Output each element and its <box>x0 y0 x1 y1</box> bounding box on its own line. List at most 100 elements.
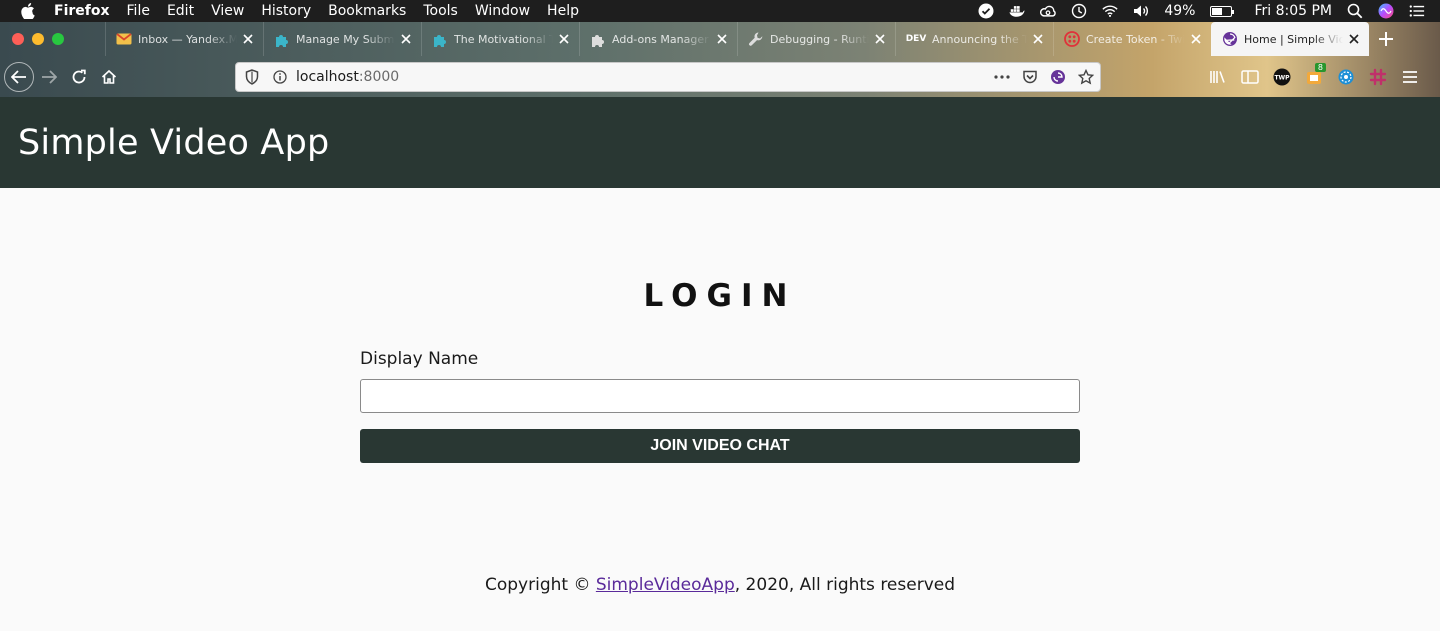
twilio-icon <box>1064 31 1080 47</box>
battery-percent: 49% <box>1164 3 1196 19</box>
close-window-button[interactable] <box>12 33 24 45</box>
slack-extension-icon[interactable] <box>1368 67 1388 87</box>
menu-edit[interactable]: Edit <box>167 3 194 19</box>
close-tab-icon[interactable] <box>715 32 729 46</box>
twp-extension-icon[interactable]: TWP <box>1272 67 1292 87</box>
close-tab-icon[interactable] <box>241 32 255 46</box>
tab-title: Add-ons Manager <box>612 32 709 46</box>
app-title[interactable]: Simple Video App <box>18 123 329 163</box>
close-tab-icon[interactable] <box>1189 32 1203 46</box>
tab-title: Debugging - Runtime <box>770 32 869 46</box>
tab-bar: Inbox — Yandex.Mail Manage My Submission… <box>0 22 1440 56</box>
tab-manage-submissions[interactable]: Manage My Submissions <box>263 22 421 56</box>
dev-icon: DEV <box>905 34 927 44</box>
app-header: Simple Video App <box>0 97 1440 188</box>
browser-chrome: Inbox — Yandex.Mail Manage My Submission… <box>0 22 1440 97</box>
footer-site-link[interactable]: SimpleVideoApp <box>596 575 735 595</box>
menu-window[interactable]: Window <box>475 3 530 19</box>
tab-inbox-yandex[interactable]: Inbox — Yandex.Mail <box>105 22 263 56</box>
gatsby-icon <box>1222 31 1238 47</box>
notification-center-icon[interactable] <box>1409 3 1425 19</box>
puzzle-icon <box>274 31 290 47</box>
tab-addons-manager[interactable]: Add-ons Manager <box>579 22 737 56</box>
back-button[interactable] <box>4 62 34 92</box>
join-video-chat-button[interactable]: JOIN VIDEO CHAT <box>360 429 1080 463</box>
apple-icon[interactable] <box>20 3 36 19</box>
addon-icon <box>590 31 606 47</box>
tab-title: Home | Simple Video App <box>1244 32 1343 46</box>
volume-icon[interactable] <box>1133 3 1149 19</box>
close-tab-icon[interactable] <box>1031 32 1045 46</box>
url-text[interactable]: localhost:8000 <box>296 69 399 85</box>
extension-badge-count: 8 <box>1314 63 1326 72</box>
menu-app-name[interactable]: Firefox <box>54 3 110 19</box>
gatsby-extension-icon[interactable] <box>1050 69 1066 85</box>
close-tab-icon[interactable] <box>557 32 571 46</box>
bookmark-star-icon[interactable] <box>1078 69 1094 85</box>
display-name-input[interactable] <box>360 379 1080 413</box>
url-bar-actions <box>982 63 1094 91</box>
pocket-icon[interactable] <box>1022 69 1038 85</box>
siri-icon[interactable] <box>1378 3 1394 19</box>
svg-text:TWP: TWP <box>1274 75 1290 82</box>
forward-button[interactable] <box>34 62 64 92</box>
menu-tools[interactable]: Tools <box>423 3 458 19</box>
menubar-clock[interactable]: Fri 8:05 PM <box>1254 3 1332 19</box>
browser-toolbar-right: TWP 8 <box>1208 58 1432 96</box>
home-button[interactable] <box>94 62 124 92</box>
zoom-window-button[interactable] <box>52 33 64 45</box>
extension-with-badge-icon[interactable]: 8 <box>1304 63 1326 87</box>
url-host: localhost <box>296 69 359 85</box>
reload-button[interactable] <box>64 62 94 92</box>
navigation-bar: localhost:8000 TWP 8 <box>0 58 1440 96</box>
globe-extension-icon[interactable] <box>1336 67 1356 87</box>
login-heading: LOGIN <box>643 278 797 314</box>
tab-title: Announcing the Twilio <box>932 32 1027 46</box>
site-info-icon[interactable] <box>272 69 288 85</box>
battery-icon[interactable] <box>1210 5 1235 17</box>
tab-home-simple-video[interactable]: Home | Simple Video App <box>1211 22 1369 56</box>
display-name-label: Display Name <box>360 349 479 369</box>
time-machine-icon[interactable] <box>1071 3 1087 19</box>
mail-icon <box>116 31 132 47</box>
arrow-left-icon <box>11 70 26 84</box>
menu-help[interactable]: Help <box>547 3 579 19</box>
docker-icon[interactable] <box>1009 3 1025 19</box>
menu-history[interactable]: History <box>261 3 311 19</box>
tab-title: The Motivational Twilio <box>454 32 553 46</box>
checkmark-icon[interactable] <box>978 3 994 19</box>
wifi-icon[interactable] <box>1102 3 1118 19</box>
tab-title: Create Token - Twilio <box>1086 32 1185 46</box>
arrow-right-icon <box>42 70 57 84</box>
url-port: :8000 <box>358 69 400 85</box>
close-tab-icon[interactable] <box>873 32 887 46</box>
home-icon <box>101 69 117 84</box>
tab-motivational[interactable]: The Motivational Twilio <box>421 22 579 56</box>
menu-view[interactable]: View <box>211 3 244 19</box>
menu-file[interactable]: File <box>127 3 150 19</box>
minimize-window-button[interactable] <box>32 33 44 45</box>
page-actions-icon[interactable] <box>994 69 1010 85</box>
tab-create-token[interactable]: Create Token - Twilio <box>1053 22 1211 56</box>
puzzle-icon <box>432 31 448 47</box>
url-bar[interactable]: localhost:8000 <box>235 62 1101 92</box>
tab-title: Inbox — Yandex.Mail <box>138 32 237 46</box>
close-tab-icon[interactable] <box>399 32 413 46</box>
tab-announcing[interactable]: DEV Announcing the Twilio <box>895 22 1053 56</box>
tracking-protection-icon[interactable] <box>244 69 260 85</box>
library-icon[interactable] <box>1208 67 1228 87</box>
menubar-status-area: 49% Fri 8:05 PM <box>978 0 1440 22</box>
hamburger-menu-icon[interactable] <box>1400 67 1420 87</box>
tab-title: Manage My Submissions <box>296 32 395 46</box>
new-tab-button[interactable] <box>1369 22 1403 56</box>
spotlight-search-icon[interactable] <box>1347 3 1363 19</box>
footer-copyright-suffix: , 2020, All rights reserved <box>734 575 956 595</box>
creative-cloud-icon[interactable] <box>1040 3 1057 19</box>
menu-bookmarks[interactable]: Bookmarks <box>328 3 406 19</box>
close-tab-icon[interactable] <box>1347 32 1361 46</box>
reload-icon <box>72 69 86 84</box>
wrench-icon <box>748 31 764 47</box>
tab-debugging[interactable]: Debugging - Runtime <box>737 22 895 56</box>
sidebar-toggle-icon[interactable] <box>1240 67 1260 87</box>
footer-copyright-prefix: Copyright © <box>484 575 596 595</box>
